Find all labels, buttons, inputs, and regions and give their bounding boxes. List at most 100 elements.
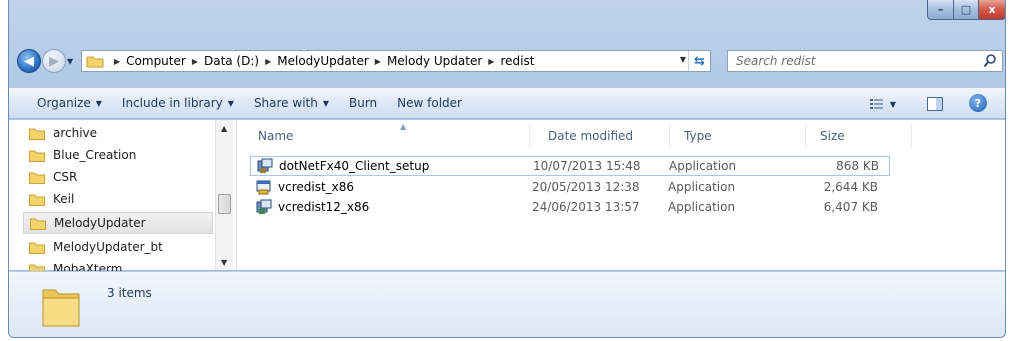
chevron-right-icon[interactable]: ▶	[265, 57, 271, 66]
help-icon: ?	[974, 96, 982, 110]
help-button[interactable]: ?	[969, 94, 987, 112]
folder-icon	[86, 56, 104, 68]
column-name-label: Name	[258, 129, 294, 143]
minimize-button[interactable]: –	[927, 0, 954, 20]
folder-icon	[29, 150, 45, 162]
nav-item-label: MelodyUpdater_bt	[53, 240, 163, 254]
command-bar: Organize ▼ Include in library ▼ Share wi…	[9, 87, 1005, 119]
search-icon[interactable]	[983, 53, 997, 69]
nav-item-keil[interactable]: Keil	[29, 188, 213, 210]
folder-icon	[29, 128, 45, 140]
new-folder-button[interactable]: New folder	[387, 96, 472, 110]
column-header-name[interactable]: Name ▲	[250, 122, 530, 148]
navigation-row: ◀ ▶ ▼ ▶ Computer ▶ Data (D:) ▶ MelodyUpd…	[9, 44, 1005, 78]
column-header-size[interactable]: Size	[812, 124, 912, 148]
column-size-label: Size	[820, 129, 845, 143]
include-in-library-label: Include in library	[121, 96, 223, 110]
chevron-right-icon[interactable]: ▶	[192, 57, 198, 66]
forward-button[interactable]: ▶	[42, 49, 66, 73]
maximize-button[interactable]: □	[953, 0, 979, 20]
folder-icon	[29, 194, 45, 206]
nav-item-archive[interactable]: archive	[29, 122, 213, 144]
file-name: dotNetFx40_Client_setup	[279, 159, 430, 173]
nav-item-label: archive	[53, 126, 98, 140]
folder-icon	[29, 172, 45, 184]
nav-item-blue-creation[interactable]: Blue_Creation	[29, 144, 213, 166]
file-size: 2,644 KB	[823, 180, 878, 194]
address-bar[interactable]: ▶ Computer ▶ Data (D:) ▶ MelodyUpdater ▶…	[81, 50, 711, 72]
view-list-icon	[869, 99, 883, 109]
breadcrumb-item[interactable]: Data (D:)	[204, 54, 259, 68]
nav-item-csr[interactable]: CSR	[29, 166, 213, 188]
file-date: 10/07/2013 15:48	[533, 159, 641, 173]
organize-menu-button[interactable]: Organize ▼	[27, 96, 112, 110]
table-row[interactable]: dotNetFx40_Client_setup 10/07/2013 15:48…	[250, 156, 890, 176]
folder-icon	[29, 242, 45, 254]
title-bar[interactable]: – □ x	[9, 0, 1005, 36]
breadcrumb-item[interactable]: MelodyUpdater	[277, 54, 369, 68]
new-folder-label: New folder	[397, 96, 462, 110]
nav-item-melodyupdater[interactable]: MelodyUpdater	[23, 212, 213, 234]
chevron-down-icon: ▼	[322, 98, 329, 108]
setup-app-icon	[256, 199, 272, 214]
share-with-button[interactable]: Share with ▼	[244, 96, 339, 110]
nav-item-label: MelodyUpdater	[54, 216, 146, 230]
refresh-button[interactable]: ⇆	[688, 51, 710, 71]
scrollbar-thumb[interactable]	[218, 194, 231, 214]
file-size: 6,407 KB	[823, 200, 878, 214]
chevron-down-icon: ▼	[227, 98, 234, 108]
table-row[interactable]: vcredist12_x86 24/06/2013 13:57 Applicat…	[250, 198, 890, 218]
chevron-right-icon[interactable]: ▶	[488, 57, 494, 66]
preview-pane-icon	[927, 97, 943, 111]
file-date: 20/05/2013 12:38	[532, 180, 640, 194]
burn-button[interactable]: Burn	[339, 96, 387, 110]
close-button[interactable]: x	[978, 0, 1005, 20]
refresh-icon: ⇆	[694, 53, 705, 69]
nav-item-label: Blue_Creation	[53, 148, 137, 162]
preview-pane-button[interactable]	[925, 94, 945, 114]
folder-icon	[30, 218, 46, 230]
search-box	[727, 50, 1003, 72]
file-type: Application	[668, 180, 736, 194]
details-pane: 3 items	[9, 271, 1005, 337]
scroll-up-icon[interactable]: ▲	[221, 124, 227, 133]
file-name: vcredist12_x86	[278, 200, 370, 214]
include-in-library-button[interactable]: Include in library ▼	[112, 96, 244, 110]
file-date: 24/06/2013 13:57	[532, 200, 640, 214]
nav-item-melodyupdater-bt[interactable]: MelodyUpdater_bt	[29, 236, 213, 258]
file-type: Application	[669, 159, 737, 173]
address-history-dropdown-icon[interactable]: ▼	[680, 55, 686, 64]
search-input[interactable]	[728, 54, 968, 68]
item-count: 3 items	[107, 286, 152, 300]
file-size: 868 KB	[836, 159, 879, 173]
column-header-date[interactable]: Date modified	[540, 124, 670, 148]
arrow-left-icon: ◀	[24, 53, 34, 69]
breadcrumb-item[interactable]: redist	[500, 54, 534, 68]
chevron-down-icon: ▼	[889, 99, 897, 109]
burn-label: Burn	[349, 96, 378, 110]
breadcrumb-item[interactable]: Melody Updater	[387, 54, 482, 68]
recent-pages-dropdown-icon[interactable]: ▼	[67, 57, 77, 67]
chevron-right-icon: ▶	[114, 56, 121, 66]
content-area: archive Blue_Creation CSR Keil MelodyUpd…	[9, 120, 1005, 276]
change-view-button[interactable]: ▼	[863, 94, 903, 114]
table-row[interactable]: vcredist_x86 20/05/2013 12:38 Applicatio…	[250, 178, 890, 198]
share-with-label: Share with	[253, 96, 318, 110]
nav-item-label: Keil	[53, 192, 75, 206]
installer-app-icon	[256, 180, 271, 195]
folder-icon	[42, 289, 80, 327]
scroll-down-icon[interactable]: ▼	[221, 258, 227, 267]
navigation-pane: archive Blue_Creation CSR Keil MelodyUpd…	[9, 120, 237, 276]
explorer-window: – □ x ◀ ▶ ▼ ▶ Computer ▶ Data (D:) ▶ Mel…	[8, 0, 1006, 338]
organize-label: Organize	[37, 96, 91, 110]
breadcrumb: ▶ Computer ▶ Data (D:) ▶ MelodyUpdater ▶…	[108, 54, 534, 68]
setup-app-icon	[257, 158, 273, 173]
back-button[interactable]: ◀	[17, 49, 41, 73]
breadcrumb-item[interactable]: Computer	[126, 54, 186, 68]
chevron-down-icon: ▼	[95, 98, 102, 108]
nav-pane-scrollbar[interactable]: ▲ ▼	[215, 120, 233, 270]
nav-item-label: CSR	[53, 170, 78, 184]
file-type: Application	[668, 200, 736, 214]
chevron-right-icon[interactable]: ▶	[375, 57, 381, 66]
column-header-type[interactable]: Type	[676, 124, 806, 148]
